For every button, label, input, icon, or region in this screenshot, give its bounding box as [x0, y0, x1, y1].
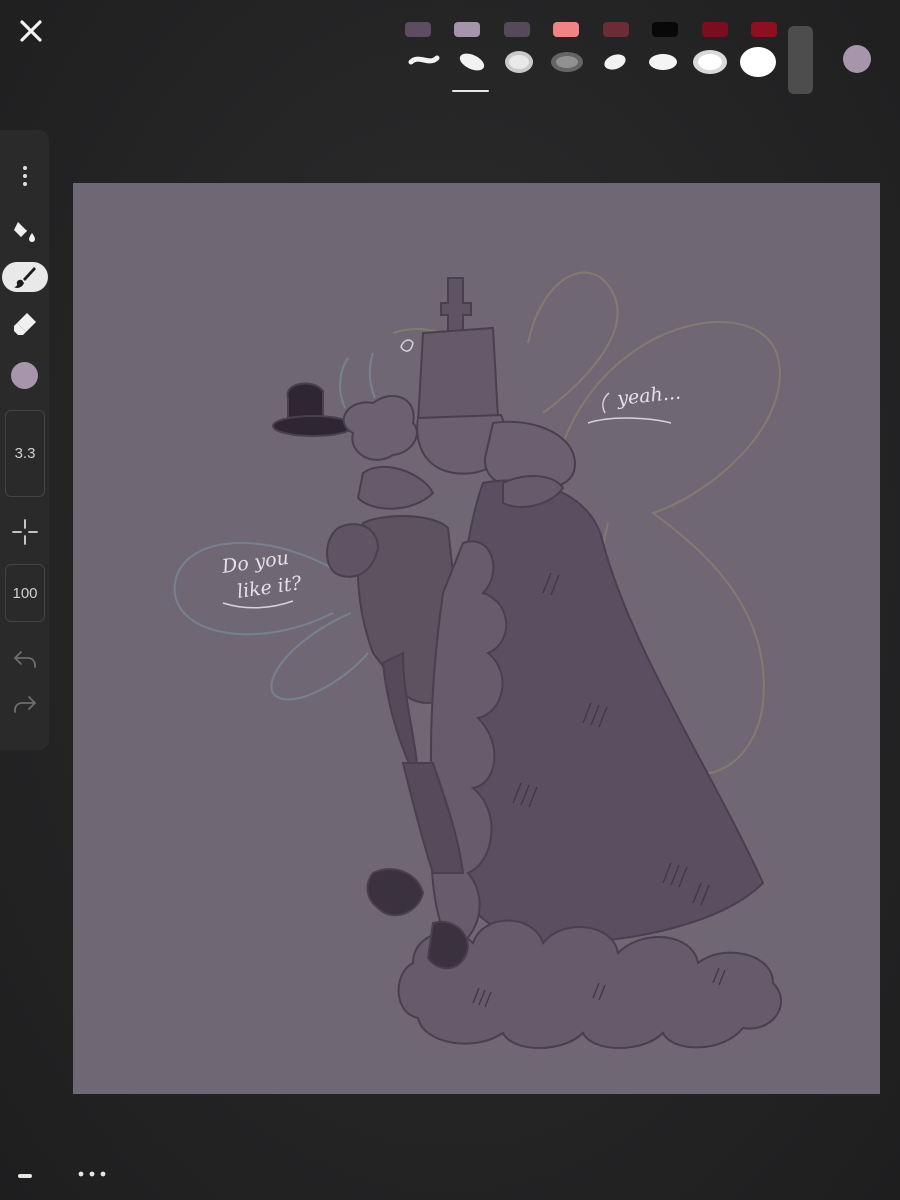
brush-presets — [405, 42, 777, 82]
brush-preset-4-icon — [551, 52, 584, 72]
close-button[interactable] — [16, 16, 46, 46]
palette-swatch-1[interactable] — [405, 22, 431, 37]
opacity-value: 100 — [12, 584, 38, 602]
brush-preset-button-8[interactable] — [739, 42, 777, 82]
artwork: Do you like it? yeah... — [73, 183, 880, 1094]
palette-swatch-4[interactable] — [553, 22, 580, 37]
crosshair-icon — [11, 519, 38, 545]
brush-preset-6-icon — [648, 54, 677, 70]
brush-tool-button[interactable] — [2, 262, 48, 292]
brush-preset-2-icon — [459, 53, 484, 71]
undo-icon — [13, 651, 36, 668]
drawing-canvas[interactable]: Do you like it? yeah... — [73, 183, 880, 1094]
fill-tool-button[interactable] — [0, 216, 49, 246]
brush-preset-5-icon — [604, 54, 626, 70]
brush-preset-button-3[interactable] — [500, 42, 538, 82]
more-vertical-icon — [22, 166, 27, 186]
brush-preset-button-7[interactable] — [691, 42, 729, 82]
brush-preset-1-icon — [408, 55, 440, 65]
brush-preset-3-icon — [505, 51, 534, 73]
eraser-tool-button[interactable] — [0, 308, 49, 338]
brush-preset-button-1[interactable] — [405, 42, 443, 82]
palette-swatch-7[interactable] — [701, 22, 728, 37]
more-horizontal-icon — [78, 1171, 106, 1177]
more-options-button[interactable] — [77, 1167, 107, 1181]
toolbar-color-button[interactable] — [11, 362, 38, 389]
eraser-icon — [13, 313, 36, 335]
palette-swatch-5[interactable] — [602, 22, 629, 37]
minus-button[interactable] — [18, 1174, 32, 1178]
brush-preset-8-icon — [739, 47, 776, 77]
brush-size-value: 3.3 — [14, 445, 36, 462]
redo-button[interactable] — [0, 690, 49, 718]
brush-opacity-slider[interactable] — [788, 26, 813, 94]
palette-swatch-8[interactable] — [750, 22, 777, 37]
toolbar-menu-button[interactable] — [0, 162, 49, 190]
fill-bucket-icon — [13, 222, 35, 242]
palette-swatch-2[interactable] — [454, 22, 481, 37]
brush-icon — [14, 267, 36, 288]
palette-swatch-6[interactable] — [652, 22, 679, 37]
brush-preset-button-2[interactable] — [453, 42, 491, 82]
brush-preset-7-icon — [693, 50, 728, 74]
palette-swatch-3[interactable] — [503, 22, 530, 37]
brush-preset-button-5[interactable] — [596, 42, 634, 82]
selected-brush-indicator — [452, 90, 489, 92]
undo-button[interactable] — [0, 645, 49, 673]
brush-preset-button-4[interactable] — [548, 42, 586, 82]
current-color-button[interactable] — [843, 45, 871, 73]
brush-preset-button-6[interactable] — [644, 42, 682, 82]
opacity-control[interactable]: 100 — [5, 564, 45, 622]
close-icon — [20, 20, 42, 42]
brush-size-control[interactable]: 3.3 — [5, 410, 45, 497]
left-toolbar: 3.3 100 — [0, 130, 49, 750]
redo-icon — [13, 696, 36, 713]
move-tool-button[interactable] — [0, 517, 49, 547]
